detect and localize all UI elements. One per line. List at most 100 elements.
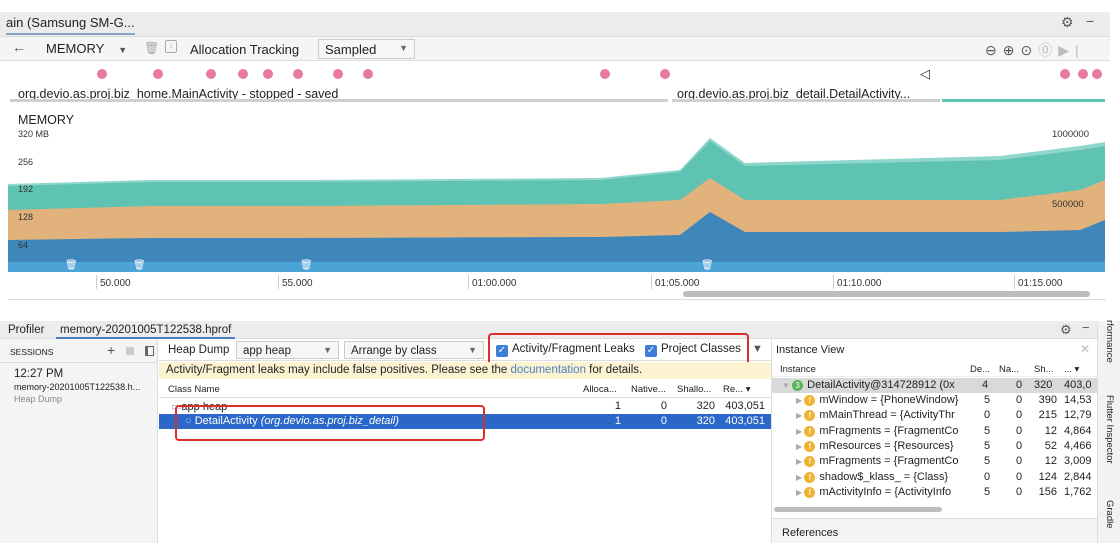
instance-scrollbar[interactable] <box>774 507 942 512</box>
gear-icon[interactable]: ⚙ <box>1060 322 1072 338</box>
allocation-mode-select[interactable]: Sampled ▼ <box>318 39 415 59</box>
chart-scrollbar[interactable] <box>683 291 1090 297</box>
event-dot[interactable] <box>333 69 343 79</box>
tab-hprof[interactable]: memory-20201005T122538.hprof <box>56 324 236 339</box>
expanded-arrow-icon: ▼ <box>782 381 793 390</box>
trash-icon[interactable]: 🗑 <box>144 41 159 55</box>
minimize-icon[interactable]: − <box>1082 320 1090 335</box>
instance-field-row[interactable]: ▶ f mFragments = {FragmentCo 5 0 12 4,864 <box>772 424 1097 439</box>
heap-select[interactable]: app heap ▼ <box>236 341 339 359</box>
minimize-icon[interactable]: − <box>1086 13 1094 29</box>
retained: 1,762 <box>1064 485 1092 498</box>
expand-arrow-icon: ▶ <box>796 472 805 482</box>
field-icon: f <box>804 425 816 437</box>
column-allocations[interactable]: Alloca... <box>583 384 617 395</box>
session-name: memory-20201005T122538.h... <box>14 382 141 392</box>
y-tick-label: 64 <box>18 240 29 250</box>
zoom-out-icon[interactable]: ⊖ <box>985 42 1003 58</box>
gc-event-icon[interactable]: 🗑 <box>300 259 313 271</box>
column-shallow[interactable]: Sh... <box>1034 364 1054 375</box>
profiler-select-value: MEMORY <box>46 41 105 56</box>
zoom-in-icon[interactable]: ⊕ <box>1003 42 1021 58</box>
instance-field-row[interactable]: ▶ f shadow$_klass_ = {Class} 0 0 124 2,84… <box>772 470 1097 485</box>
profiler-select[interactable]: MEMORY ▼ <box>46 41 127 56</box>
tool-flutter-inspector[interactable]: Flutter Inspector <box>1104 395 1115 464</box>
chevron-down-icon: ▼ <box>399 43 408 53</box>
arrange-select[interactable]: Arrange by class ▼ <box>344 341 484 359</box>
event-dot[interactable] <box>1092 69 1102 79</box>
column-class-name[interactable]: Class Name <box>168 384 220 395</box>
shallow: 320 <box>1034 379 1053 391</box>
heap-dump-icon[interactable]: ↓ <box>165 40 177 53</box>
native: 0 <box>1016 394 1023 406</box>
pause-icon[interactable]: ⓪ <box>1038 42 1058 58</box>
instance-icon: 3 <box>792 380 804 391</box>
close-icon[interactable]: ✕ <box>1080 342 1090 356</box>
depth: 5 <box>984 485 991 498</box>
instance-field-row[interactable]: ▶ f mActivityInfo = {ActivityInfo 5 0 156… <box>772 485 1097 500</box>
event-dot[interactable] <box>600 69 610 79</box>
field-name: ▶ f mWindow = {PhoneWindow} <box>796 394 959 406</box>
shallow: 52 <box>1044 439 1057 452</box>
instance-field-row[interactable]: ▶ f mWindow = {PhoneWindow} 5 0 390 14,53 <box>772 393 1097 408</box>
expand-arrow-icon: ▶ <box>796 396 805 405</box>
gc-event-icon[interactable]: 🗑 <box>701 259 714 271</box>
event-dot[interactable] <box>97 69 107 79</box>
leak-warning: Activity/Fragment leaks may include fals… <box>159 362 771 379</box>
gear-icon[interactable]: ⚙ <box>1061 14 1074 31</box>
shallow-size: 320 <box>696 400 715 412</box>
depth: 5 <box>984 424 991 437</box>
collapse-panel-icon[interactable] <box>145 346 154 356</box>
x-tick <box>1014 275 1015 289</box>
column-retained[interactable]: Re... ▾ <box>723 384 750 395</box>
instance-field-row[interactable]: ▶ f mFragments = {FragmentCo 5 0 12 3,009 <box>772 454 1097 469</box>
column-native[interactable]: Na... <box>999 364 1019 375</box>
event-dot[interactable] <box>263 69 273 79</box>
column-shallow[interactable]: Shallo... <box>677 384 711 395</box>
back-navigation-icon: ◁ <box>920 66 930 81</box>
depth: 4 <box>982 379 989 391</box>
event-dot[interactable] <box>660 69 670 79</box>
column-depth[interactable]: De... <box>970 364 990 375</box>
event-dot[interactable] <box>1078 69 1088 79</box>
tool-gradle[interactable]: Gradle <box>1104 500 1115 529</box>
instance-root-row[interactable]: ▼ 3 DetailActivity@314728912 (0x 4 0 320 … <box>772 378 1097 393</box>
tab-profiler[interactable]: Profiler <box>8 324 44 336</box>
x-tick <box>468 275 469 289</box>
stop-session-icon[interactable] <box>126 347 134 355</box>
reset-zoom-icon[interactable]: ⊙ <box>1020 42 1038 58</box>
x-tick-label: 01:10.000 <box>837 278 882 289</box>
device-tab[interactable]: ain (Samsung SM-G... <box>6 15 135 35</box>
x-tick <box>278 275 279 289</box>
add-session-icon[interactable]: + <box>107 342 115 358</box>
event-dot[interactable] <box>1060 69 1070 79</box>
gc-event-icon[interactable]: 🗑 <box>65 259 78 271</box>
tool-performance[interactable]: rformance <box>1104 320 1115 363</box>
instance-field-row[interactable]: ▶ f mResources = {Resources} 5 0 52 4,466 <box>772 439 1097 454</box>
memory-chart[interactable]: 🗑 🗑 🗑 🗑 <box>0 106 1110 300</box>
retained: 403,0 <box>1064 379 1092 391</box>
gc-event-icon[interactable]: 🗑 <box>133 259 146 271</box>
event-dot[interactable] <box>206 69 216 79</box>
allocation-mode-value: Sampled <box>325 42 377 57</box>
event-dot[interactable] <box>293 69 303 79</box>
instance-field-row[interactable]: ▶ f mMainThread = {ActivityThr 0 0 215 12… <box>772 408 1097 423</box>
retained: 4,466 <box>1064 439 1092 452</box>
alloc-count: 1 <box>614 400 621 412</box>
column-instance[interactable]: Instance <box>780 364 816 375</box>
session-item[interactable]: 12:27 PM memory-20201005T122538.h... Hea… <box>0 363 157 404</box>
event-dot[interactable] <box>238 69 248 79</box>
field-name: ▶ f mActivityInfo = {ActivityInfo <box>796 485 952 498</box>
zoom-controls: ⊖⊕⊙⓪▶| <box>985 40 1085 60</box>
field-icon: f <box>804 440 816 452</box>
column-retained[interactable]: ... ▾ <box>1064 364 1079 375</box>
x-tick <box>96 275 97 289</box>
x-tick <box>651 275 652 289</box>
go-live-icon[interactable]: ▶| <box>1058 42 1084 58</box>
documentation-link[interactable]: documentation <box>511 364 586 376</box>
back-arrow-icon[interactable]: ← <box>12 39 26 55</box>
filter-icon[interactable]: ▼ <box>752 343 763 355</box>
column-native[interactable]: Native... <box>631 384 666 395</box>
event-dot[interactable] <box>363 69 373 79</box>
event-dot[interactable] <box>153 69 163 79</box>
